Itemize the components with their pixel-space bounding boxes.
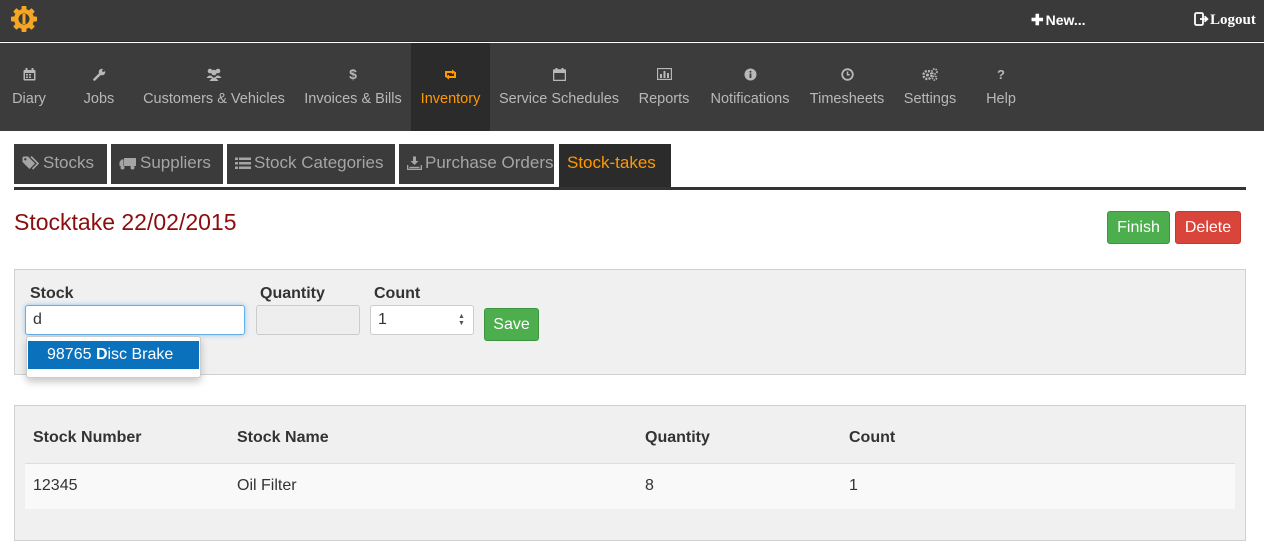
dollar-icon: $ — [349, 66, 357, 82]
nav-item-reports[interactable]: Reports — [636, 43, 692, 131]
nav-label: Jobs — [83, 91, 115, 107]
cogs-icon — [900, 67, 960, 81]
list-icon — [235, 157, 251, 169]
nav-label: Settings — [903, 91, 957, 107]
finish-button[interactable]: Finish — [1107, 211, 1170, 244]
nav-item-help[interactable]: ? Help — [978, 43, 1024, 131]
clock-icon — [806, 67, 888, 81]
nav-item-customers-vehicles[interactable]: Customers & Vehicles — [140, 43, 288, 131]
cell-stock-number: 12345 — [33, 477, 78, 494]
nav-label: Timesheets — [809, 91, 885, 107]
save-button[interactable]: Save — [484, 308, 539, 341]
info-icon — [706, 67, 794, 81]
logout-icon — [1194, 12, 1209, 26]
column-header-stock-number: Stock Number — [33, 429, 142, 446]
bar-chart-icon — [636, 67, 692, 81]
column-header-quantity: Quantity — [645, 429, 710, 446]
delete-button[interactable]: Delete — [1175, 211, 1241, 244]
calendar-icon — [496, 67, 622, 81]
top-bar: ✚ New... Logout — [0, 0, 1264, 42]
inventory-subtabs: Stocks Suppliers Stock Categories Purcha… — [14, 144, 1246, 190]
cell-stock-name: Oil Filter — [237, 477, 297, 494]
quantity-label: Quantity — [260, 285, 325, 302]
stock-label: Stock — [30, 285, 74, 302]
cell-count: 1 — [849, 477, 858, 494]
stocktake-table: Stock Number Stock Name Quantity Count 1… — [14, 405, 1246, 541]
stock-autocomplete-dropdown: 98765 Disc Brake — [26, 336, 201, 378]
nav-label: Inventory — [420, 91, 481, 107]
retweet-icon — [411, 67, 490, 81]
nav-label: Diary — [12, 91, 46, 107]
nav-label: Customers & Vehicles — [143, 91, 285, 107]
nav-label: Invoices & Bills — [304, 91, 402, 107]
nav-label: Help — [986, 91, 1016, 107]
nav-item-inventory[interactable]: Inventory — [411, 43, 490, 131]
question-icon: ? — [997, 66, 1005, 82]
stock-entry-form: Stock Quantity Count ▲ ▼ Save 98765 Disc… — [14, 269, 1246, 378]
download-icon — [406, 156, 423, 171]
calendar-icon — [2, 67, 56, 81]
new-menu-button[interactable]: ✚ New... — [1031, 11, 1086, 29]
nav-item-timesheets[interactable]: Timesheets — [806, 43, 888, 131]
page-title: Stocktake 22/02/2015 — [14, 209, 237, 235]
nav-item-notifications[interactable]: Notifications — [706, 43, 794, 131]
tab-stock-categories[interactable]: Stock Categories — [227, 144, 395, 184]
nav-label: Notifications — [710, 91, 790, 107]
spinner-down-icon[interactable]: ▼ — [458, 320, 465, 327]
gear-logo-icon[interactable] — [9, 4, 39, 34]
tab-purchase-orders[interactable]: Purchase Orders — [399, 144, 554, 184]
truck-icon — [119, 158, 136, 170]
plus-icon: ✚ — [1031, 12, 1044, 29]
quantity-field — [256, 305, 360, 335]
nav-item-invoices-bills[interactable]: $ Invoices & Bills — [300, 43, 406, 131]
nav-item-jobs[interactable]: Jobs — [72, 43, 126, 131]
nav-label: Reports — [638, 91, 690, 107]
tab-stock-takes[interactable]: Stock-takes — [559, 144, 671, 187]
count-spinner[interactable]: ▲ ▼ — [457, 313, 466, 327]
logout-button[interactable]: Logout — [1194, 12, 1256, 29]
tab-stocks[interactable]: Stocks — [14, 144, 107, 184]
main-nav: Diary Jobs Customers & Vehicles $ Invoic… — [0, 43, 1264, 131]
nav-label: Service Schedules — [498, 91, 620, 107]
tab-suppliers[interactable]: Suppliers — [111, 144, 223, 184]
column-header-stock-name: Stock Name — [237, 429, 329, 446]
nav-item-diary[interactable]: Diary — [2, 43, 56, 131]
column-header-count: Count — [849, 429, 896, 446]
users-icon — [140, 67, 288, 81]
nav-item-service-schedules[interactable]: Service Schedules — [496, 43, 622, 131]
count-label: Count — [374, 285, 421, 302]
spinner-up-icon[interactable]: ▲ — [458, 313, 465, 320]
tags-icon — [22, 155, 40, 170]
nav-item-settings[interactable]: Settings — [900, 43, 960, 131]
stock-search-input[interactable] — [25, 305, 245, 335]
table-row[interactable]: 12345 Oil Filter 8 1 — [25, 463, 1235, 509]
cell-quantity: 8 — [645, 477, 654, 494]
wrench-icon — [72, 67, 126, 81]
autocomplete-option[interactable]: 98765 Disc Brake — [28, 341, 199, 369]
